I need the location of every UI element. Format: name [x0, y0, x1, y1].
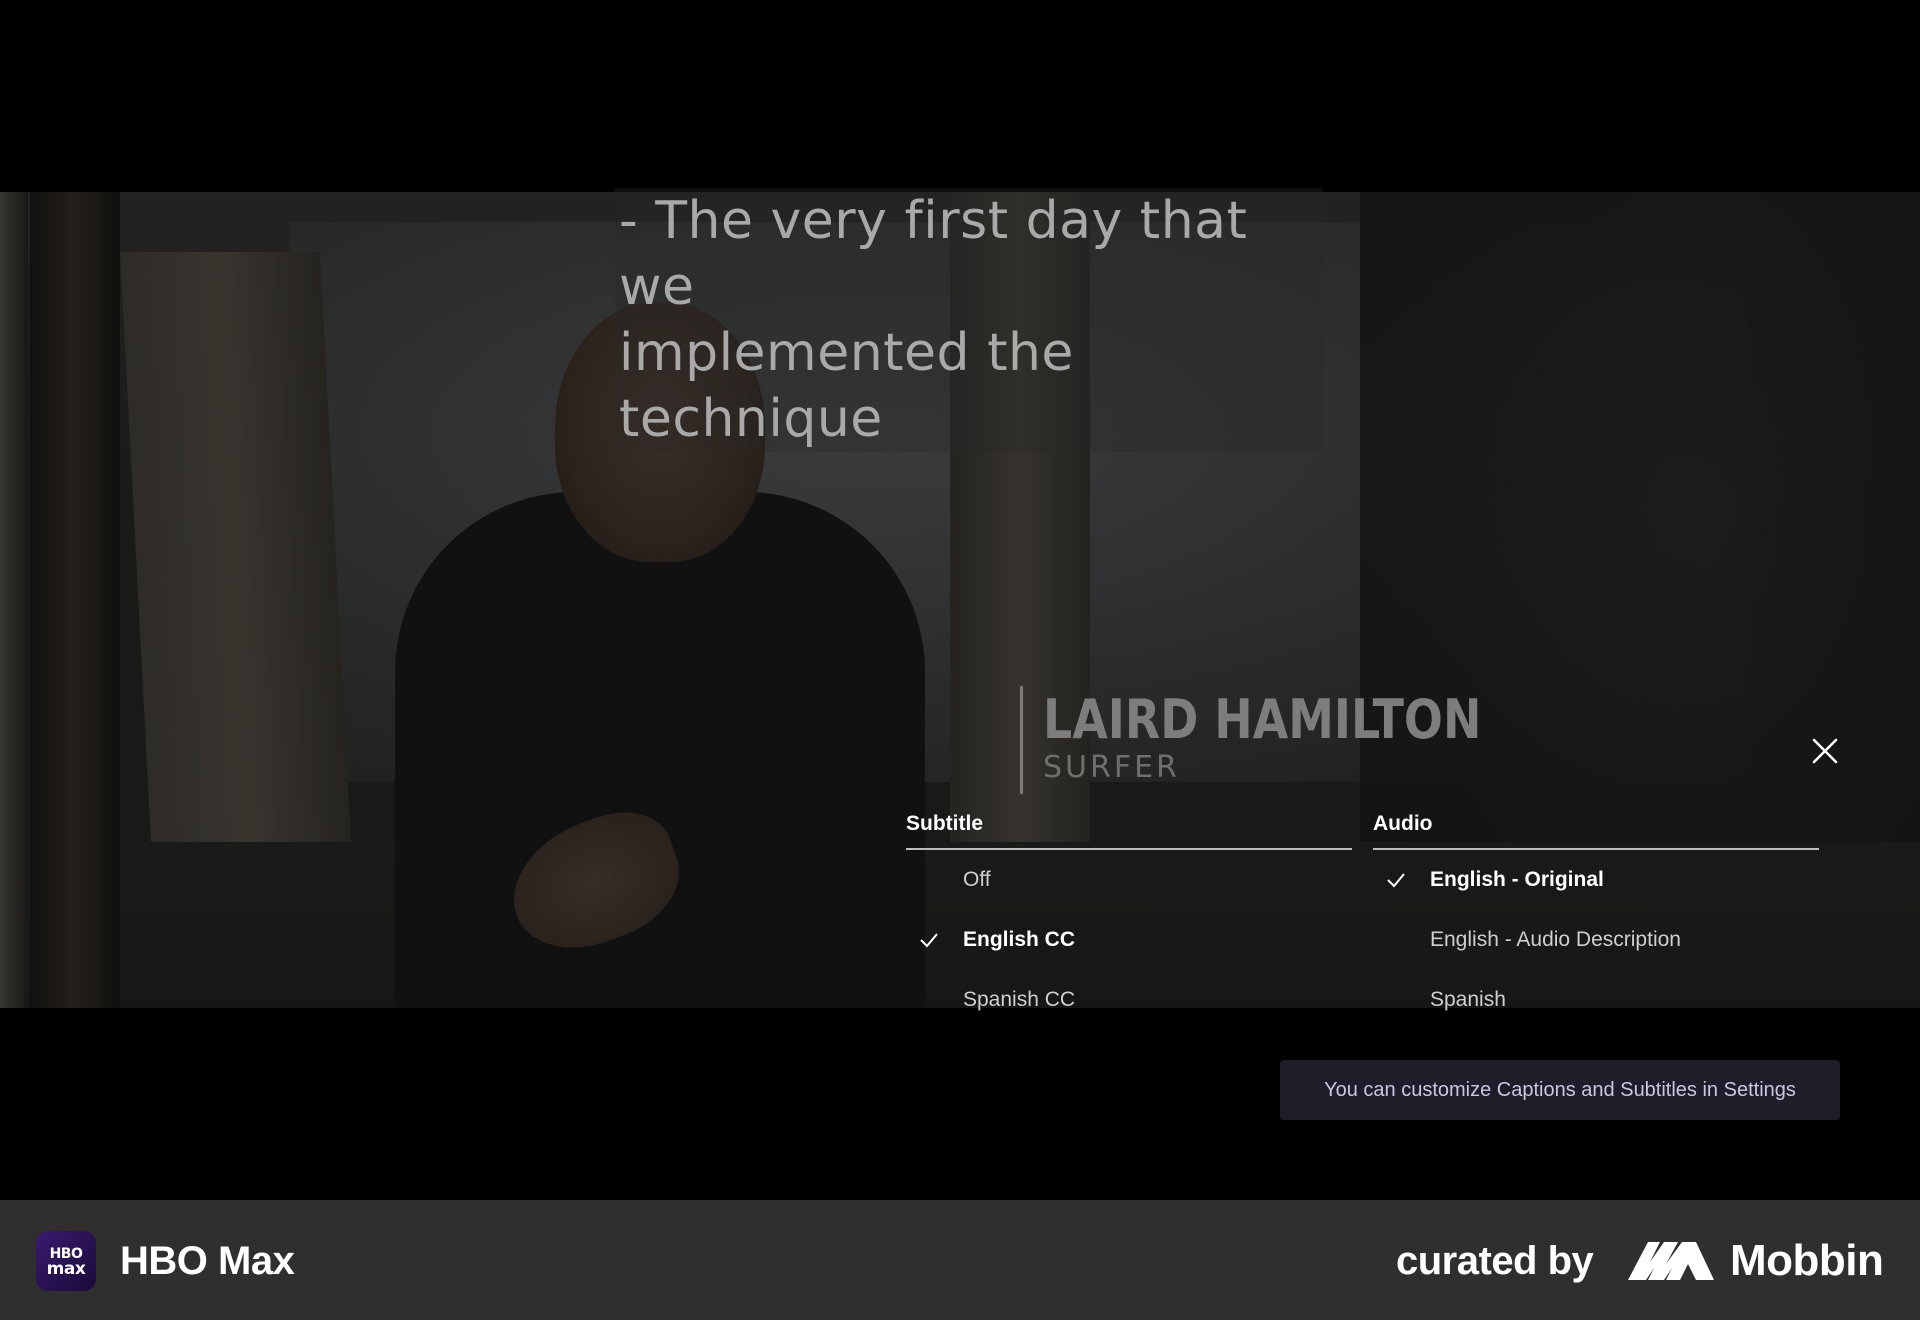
mobbin-logo-icon	[1628, 1242, 1714, 1280]
audio-option-english-audio-description[interactable]: English - Audio Description	[1373, 910, 1819, 970]
mobbin-brand-name: Mobbin	[1730, 1236, 1884, 1285]
menu-item-label: English - Audio Description	[1430, 928, 1681, 951]
lower-third-name: LAIRD HAMILTON	[1043, 688, 1482, 751]
lower-third: LAIRD HAMILTON SURFER	[1020, 686, 1559, 794]
audio-option-english-original[interactable]: English - Original	[1373, 850, 1819, 910]
audio-option-spanish[interactable]: Spanish	[1373, 970, 1819, 1030]
burned-subtitle-line: - The very first day that we	[619, 191, 1248, 317]
audio-heading: Audio	[1373, 800, 1819, 850]
footer-bar: HBO max HBO Max curated by Mobbin	[0, 1200, 1920, 1320]
settings-hint-toast: You can customize Captions and Subtitles…	[1280, 1060, 1840, 1120]
audio-menu: Audio English - Original English - Audio…	[1373, 800, 1819, 1030]
subtitle-menu: Subtitle Off English CC Spanish CC	[906, 800, 1352, 1030]
burned-in-subtitle: - The very first day that we implemented…	[615, 188, 1323, 452]
player-stage: - The very first day that we implemented…	[0, 0, 1920, 1200]
close-icon-svg	[1812, 738, 1838, 764]
hbo-max-logo: HBO max	[36, 1231, 96, 1291]
subtitle-option-off[interactable]: Off	[906, 850, 1352, 910]
menu-item-label: Spanish	[1430, 988, 1506, 1011]
burned-subtitle-line: implemented the technique	[619, 323, 1074, 449]
subtitle-heading: Subtitle	[906, 800, 1352, 850]
menu-item-label: Spanish CC	[963, 988, 1076, 1011]
menu-item-label: English - Original	[1430, 868, 1604, 891]
subtitle-option-spanish-cc[interactable]: Spanish CC	[906, 970, 1352, 1030]
checkmark-icon	[920, 933, 938, 948]
curated-by-label: curated by	[1396, 1239, 1594, 1283]
checkmark-icon	[1387, 873, 1405, 888]
menu-item-label: Off	[963, 868, 991, 891]
subtitle-option-english-cc[interactable]: English CC	[906, 910, 1352, 970]
app-logo-line: HBO	[49, 1246, 83, 1262]
app-logo-line: max	[46, 1259, 86, 1279]
lower-third-role: SURFER	[1043, 750, 1180, 785]
menu-item-label: English CC	[963, 928, 1076, 951]
app-name: HBO Max	[120, 1239, 295, 1283]
close-icon[interactable]	[1808, 734, 1842, 768]
